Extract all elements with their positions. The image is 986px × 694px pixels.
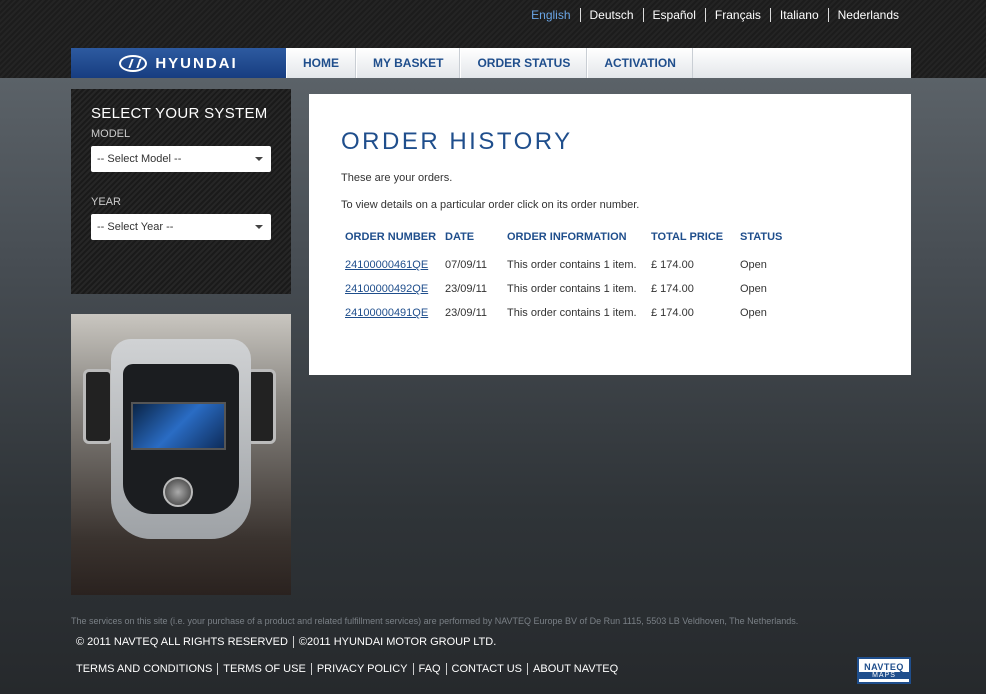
navteq-logo-text: NAVTEQ — [864, 662, 904, 672]
order-number-link[interactable]: 24100000492QE — [345, 283, 428, 295]
footer-link-faq[interactable]: FAQ — [412, 663, 446, 675]
year-select[interactable]: -- Select Year -- — [91, 214, 271, 240]
order-date: 07/09/11 — [445, 259, 488, 271]
hyundai-emblem-icon — [119, 54, 148, 72]
footer-link-privacy-policy[interactable]: PRIVACY POLICY — [310, 663, 413, 675]
nav-home[interactable]: HOME — [286, 48, 356, 78]
left-vent — [83, 369, 113, 444]
copyright-bar: © 2011 NAVTEQ ALL RIGHTS RESERVED ©2011 … — [71, 636, 501, 648]
lang-deutsch[interactable]: Deutsch — [579, 8, 643, 22]
page-title: ORDER HISTORY — [341, 128, 573, 155]
intro-text: These are your orders. — [341, 172, 453, 184]
col-order-number: ORDER NUMBER — [345, 231, 437, 243]
orders-table: ORDER NUMBER DATE ORDER INFORMATION TOTA… — [341, 227, 786, 325]
nav-order-status[interactable]: ORDER STATUS — [460, 48, 588, 78]
order-history-panel: ORDER HISTORY These are your orders. To … — [309, 94, 911, 375]
copyright-hyundai: ©2011 HYUNDAI MOTOR GROUP LTD. — [292, 636, 501, 648]
navteq-logo-subtext: MAPS — [859, 672, 909, 679]
order-info: This order contains 1 item. — [507, 259, 637, 271]
nav-my-basket[interactable]: MY BASKET — [356, 48, 461, 78]
table-row: 24100000491QE 23/09/11 This order contai… — [341, 301, 786, 325]
chevron-down-icon — [255, 157, 263, 161]
order-number-link[interactable]: 24100000491QE — [345, 307, 428, 319]
col-status: STATUS — [740, 231, 783, 243]
control-knob — [163, 477, 193, 507]
order-price: £ 174.00 — [651, 307, 694, 319]
system-selector-panel: SELECT YOUR SYSTEM MODEL -- Select Model… — [71, 89, 291, 294]
model-select-value: -- Select Model -- — [97, 153, 182, 165]
order-info: This order contains 1 item. — [507, 307, 637, 319]
footer-note: The services on this site (i.e. your pur… — [71, 616, 799, 626]
order-info: This order contains 1 item. — [507, 283, 637, 295]
copyright-navteq: © 2011 NAVTEQ ALL RIGHTS RESERVED — [76, 636, 288, 648]
footer-link-about-navteq[interactable]: ABOUT NAVTEQ — [527, 663, 623, 675]
nav-activation[interactable]: ACTIVATION — [587, 48, 693, 78]
car-dashboard-photo — [71, 314, 291, 595]
order-date: 23/09/11 — [445, 283, 488, 295]
lang-italiano[interactable]: Italiano — [769, 8, 828, 22]
model-label: MODEL — [91, 128, 131, 140]
footer-link-contact-us[interactable]: CONTACT US — [445, 663, 528, 675]
order-status: Open — [740, 307, 767, 319]
lang-nederlands[interactable]: Nederlands — [827, 8, 908, 22]
instruction-text: To view details on a particular order cl… — [341, 199, 640, 211]
language-bar: English Deutsch Español Français Italian… — [522, 8, 908, 22]
footer-links: TERMS AND CONDITIONS TERMS OF USE PRIVAC… — [71, 663, 623, 675]
chevron-down-icon — [255, 225, 263, 229]
main-navbar: HYUNDAI HOME MY BASKET ORDER STATUS ACTI… — [71, 48, 911, 78]
footer-link-terms-of-use[interactable]: TERMS OF USE — [217, 663, 311, 675]
footer-link-terms-conditions[interactable]: TERMS AND CONDITIONS — [71, 663, 217, 675]
year-label: YEAR — [91, 196, 121, 208]
table-header-row: ORDER NUMBER DATE ORDER INFORMATION TOTA… — [341, 227, 786, 253]
lang-english[interactable]: English — [522, 8, 579, 22]
hyundai-logo[interactable]: HYUNDAI — [71, 48, 286, 78]
lang-francais[interactable]: Français — [704, 8, 770, 22]
order-status: Open — [740, 259, 767, 271]
lang-espanol[interactable]: Español — [642, 8, 705, 22]
col-order-info: ORDER INFORMATION — [507, 231, 627, 243]
system-selector-title: SELECT YOUR SYSTEM — [91, 105, 268, 122]
order-status: Open — [740, 283, 767, 295]
table-row: 24100000461QE 07/09/11 This order contai… — [341, 253, 786, 277]
navteq-maps-logo[interactable]: NAVTEQ MAPS — [857, 657, 911, 684]
col-total-price: TOTAL PRICE — [651, 231, 724, 243]
order-price: £ 174.00 — [651, 283, 694, 295]
brand-name: HYUNDAI — [155, 54, 238, 72]
model-select[interactable]: -- Select Model -- — [91, 146, 271, 172]
order-price: £ 174.00 — [651, 259, 694, 271]
year-select-value: -- Select Year -- — [97, 221, 174, 233]
table-row: 24100000492QE 23/09/11 This order contai… — [341, 277, 786, 301]
order-number-link[interactable]: 24100000461QE — [345, 259, 428, 271]
col-date: DATE — [445, 231, 475, 243]
order-date: 23/09/11 — [445, 307, 488, 319]
navigation-screen — [131, 402, 226, 450]
